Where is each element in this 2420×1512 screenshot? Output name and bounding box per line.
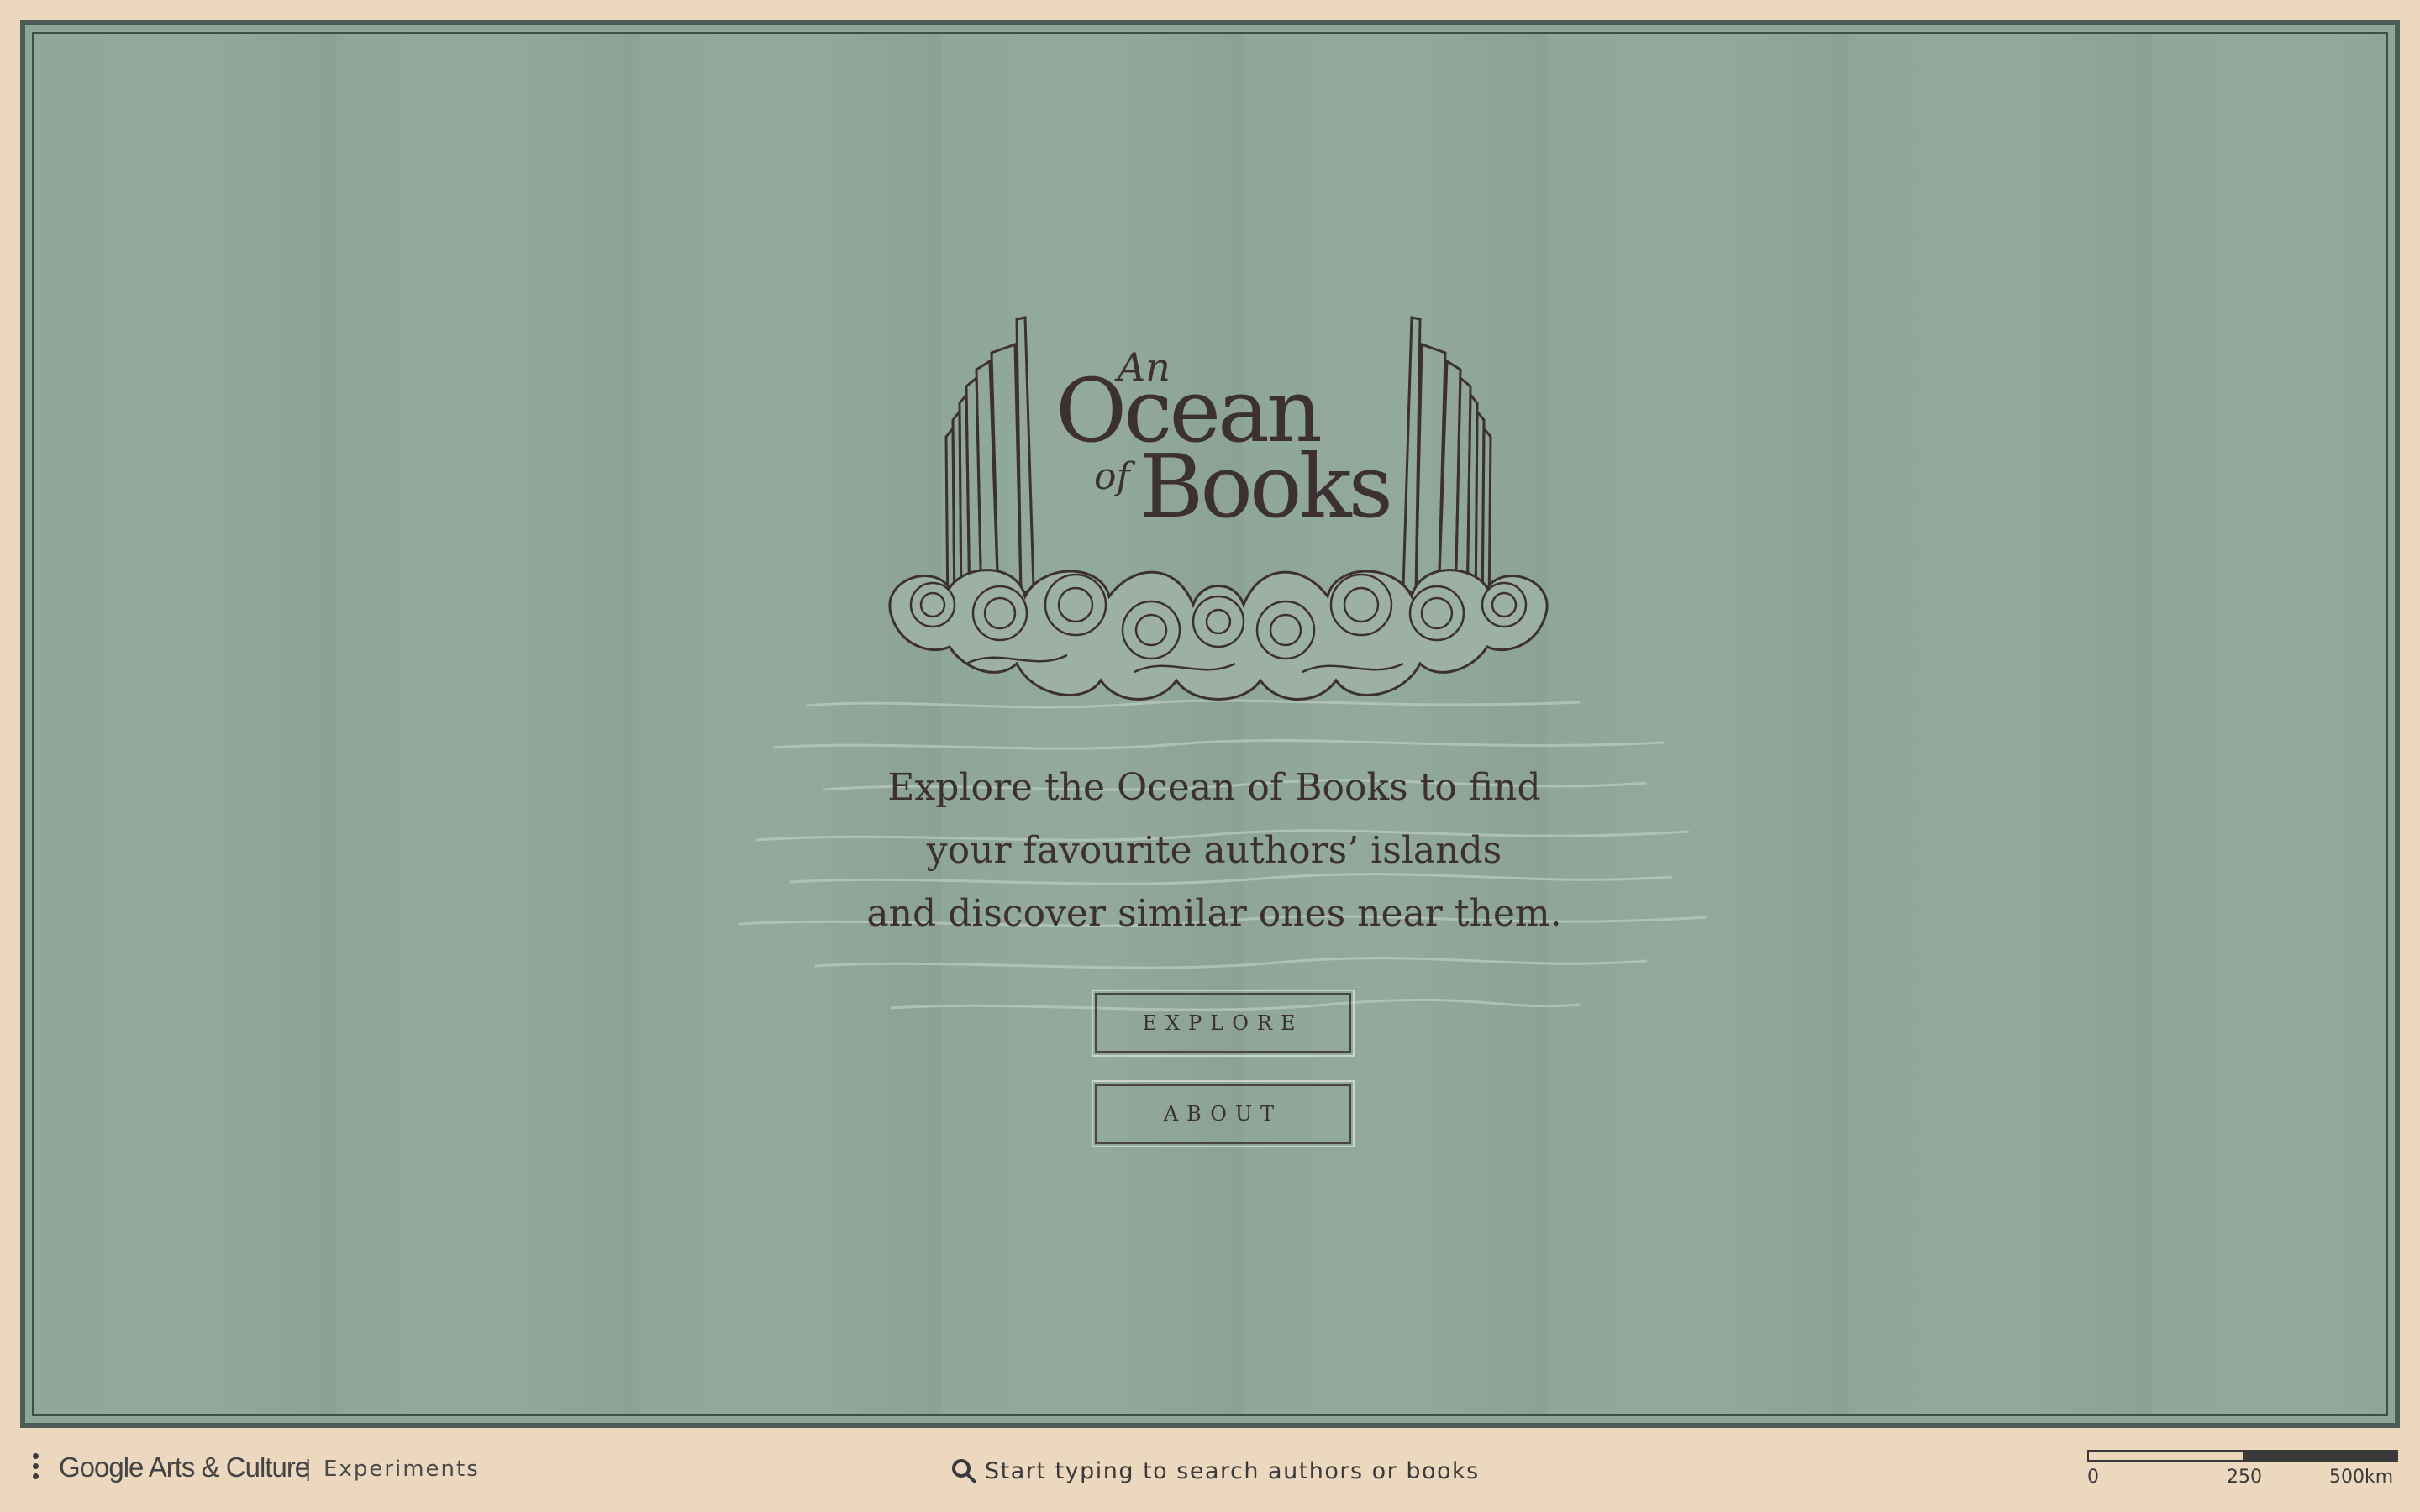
explore-button[interactable]: EXPLORE bbox=[1092, 990, 1355, 1057]
tagline-line-1: Explore the Ocean of Books to find bbox=[887, 766, 1541, 809]
search-input[interactable] bbox=[983, 1457, 1507, 1485]
tagline: Explore the Ocean of Books to find your … bbox=[790, 756, 1639, 945]
google-arts-culture-logo[interactable]: Google Arts & Culture bbox=[59, 1452, 310, 1483]
experiments-link[interactable]: Experiments bbox=[324, 1457, 480, 1482]
title-of: of bbox=[1094, 455, 1130, 498]
more-options-icon[interactable] bbox=[30, 1453, 40, 1482]
about-button[interactable]: ABOUT bbox=[1092, 1080, 1355, 1147]
logo-title: An Ocean of Books bbox=[882, 311, 1555, 538]
scale-label-0: 0 bbox=[2087, 1467, 2099, 1488]
search-icon bbox=[952, 1459, 976, 1483]
title-books: Books bbox=[1139, 435, 1393, 538]
search-bar[interactable] bbox=[950, 1450, 1538, 1492]
ocean-of-books-logo: An Ocean of Books bbox=[882, 311, 1555, 731]
scale-label-500km: 500km bbox=[2329, 1467, 2394, 1488]
tagline-line-2: your favourite authors’ islands bbox=[926, 829, 1502, 872]
footer-separator: | bbox=[305, 1455, 312, 1481]
scale-bar bbox=[2087, 1450, 2398, 1462]
footer-bar: Google Arts & Culture | Experiments 0 25… bbox=[0, 1433, 2420, 1512]
tagline-line-3: and discover similar ones near them. bbox=[866, 892, 1562, 935]
map-scale: 0 250 500km bbox=[2084, 1450, 2403, 1500]
scale-label-250: 250 bbox=[2227, 1467, 2262, 1488]
